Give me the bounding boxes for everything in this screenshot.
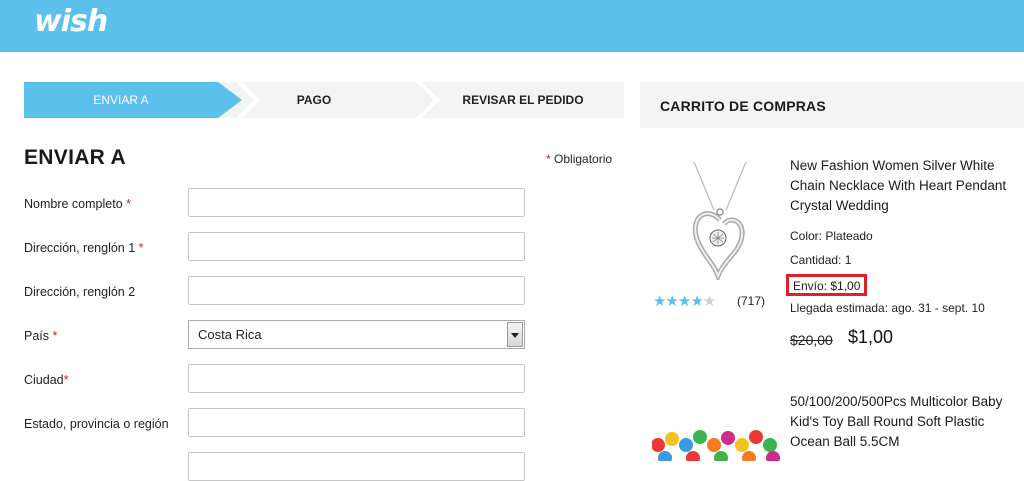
- label-address-line-1: Dirección, renglón 1 *: [24, 241, 144, 255]
- country-value: Costa Rica: [198, 327, 262, 342]
- checkout-steps: ENVIAR A PAGO REVISAR EL PEDIDO: [24, 82, 624, 118]
- ocean-balls-image[interactable]: [652, 425, 780, 461]
- item-price: $1,00: [848, 327, 894, 347]
- step-enviar-a[interactable]: ENVIAR A: [24, 82, 218, 118]
- step-pago[interactable]: PAGO: [224, 82, 404, 118]
- item-color: Color: Plateado: [790, 229, 873, 243]
- cart-title: CARRITO DE COMPRAS: [660, 98, 826, 114]
- city-input[interactable]: [188, 364, 525, 393]
- label-city: Ciudad*: [24, 373, 69, 387]
- top-bar: wish: [0, 0, 1024, 52]
- item-name[interactable]: New Fashion Women Silver White Chain Nec…: [790, 156, 1020, 216]
- item-quantity: Cantidad: 1: [790, 253, 852, 267]
- state-region-input[interactable]: [188, 408, 525, 437]
- rating-stars: ★★★★★: [653, 293, 716, 310]
- dropdown-arrow-icon[interactable]: [507, 322, 523, 347]
- item-name[interactable]: 50/100/200/500Pcs Multicolor Baby Kid's …: [790, 392, 1020, 452]
- item-shipping: Envío: $1,00: [786, 274, 868, 296]
- next-field-input[interactable]: [188, 452, 525, 481]
- form-title: ENVIAR A: [24, 146, 126, 169]
- cart-header: CARRITO DE COMPRAS: [640, 82, 1024, 128]
- address-line-2-input[interactable]: [188, 276, 525, 305]
- label-country: País *: [24, 329, 58, 343]
- necklace-image[interactable]: [680, 160, 760, 280]
- address-line-1-input[interactable]: [188, 232, 525, 261]
- label-full-name: Nombre completo *: [24, 197, 132, 211]
- wish-logo[interactable]: wish: [34, 4, 108, 39]
- rating-count: (717): [737, 294, 766, 308]
- country-select[interactable]: Costa Rica: [188, 320, 525, 349]
- item-old-price: $20,00: [790, 332, 833, 348]
- step-revisar-pedido[interactable]: REVISAR EL PEDIDO: [422, 82, 624, 118]
- full-name-input[interactable]: [188, 188, 525, 217]
- required-note: * Obligatorio: [546, 152, 613, 166]
- item-arrival: Llegada estimada: ago. 31 - sept. 10: [790, 301, 985, 315]
- shopping-cart: CARRITO DE COMPRAS ★★★★★ (717) New Fashi…: [640, 82, 1024, 461]
- label-address-line-2: Dirección, renglón 2: [24, 285, 136, 299]
- label-state-region: Estado, provincia o región: [24, 417, 169, 431]
